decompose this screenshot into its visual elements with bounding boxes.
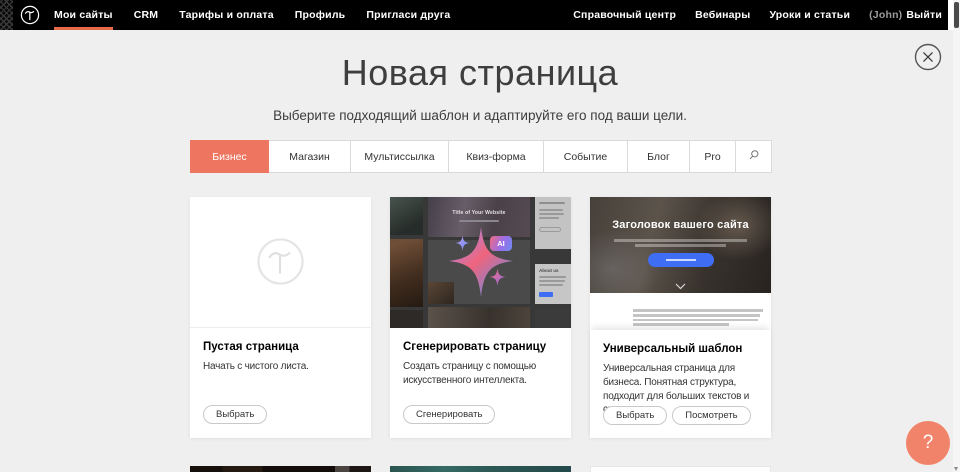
choose-blank-button[interactable]: Выбрать [203, 405, 267, 424]
generate-card-body: Сгенерировать страницу Создать страницу … [390, 328, 571, 437]
user-name: (John) [869, 9, 902, 21]
preview-tile-text-page [535, 197, 571, 249]
blank-page-preview [190, 197, 371, 328]
tab-event[interactable]: Событие [543, 140, 628, 173]
preview-tile [535, 310, 571, 328]
logout-label: Выйти [906, 9, 942, 21]
nav-logout[interactable]: (John) Выйти [869, 0, 942, 30]
card-description: Создать страницу с помощью искусственног… [403, 360, 559, 388]
question-mark-icon: ? [923, 432, 934, 454]
tilda-logo-icon[interactable] [20, 5, 40, 25]
card-title: Пустая страница [203, 341, 359, 353]
nav-invite-friend[interactable]: Пригласи друга [366, 0, 450, 30]
topbar-nav-right: Справочный центр Вебинары Уроки и статьи… [573, 0, 942, 30]
preview-about-label: About us [539, 268, 559, 273]
scrollbar-thumb[interactable] [954, 2, 959, 28]
tab-search[interactable] [735, 140, 772, 173]
preview-tile [390, 197, 423, 235]
preview-tile [390, 310, 423, 328]
card-next-row-2[interactable] [390, 466, 571, 472]
search-icon [748, 149, 760, 164]
ai-badge: AI [490, 236, 512, 251]
card-next-row-3[interactable] [590, 466, 771, 472]
nav-crm[interactable]: CRM [134, 0, 159, 30]
card-generate-page[interactable]: Title of Your Website About us [390, 197, 571, 438]
card-universal-template[interactable]: Заголовок вашего сайта Универсальный шаб… [590, 197, 771, 438]
new-page-modal-screen: Мои сайты CRM Тарифы и оплата Профиль Пр… [0, 0, 960, 472]
preview-tile-title: Title of Your Website [428, 210, 530, 216]
card-blank-page[interactable]: Пустая страница Начать с чистого листа. … [190, 197, 371, 438]
page-subtitle: Выберите подходящий шаблон и адаптируйте… [0, 108, 960, 123]
page-title: Новая страница [0, 52, 960, 94]
template-text-section [590, 293, 771, 330]
tab-shop[interactable]: Магазин [268, 140, 351, 173]
template-hero: Заголовок вашего сайта [590, 197, 771, 293]
preview-tile-about: About us [535, 264, 571, 304]
help-button[interactable]: ? [906, 421, 950, 465]
preview-tile [428, 307, 530, 328]
card-next-row-1[interactable] [190, 466, 371, 472]
generate-button[interactable]: Сгенерировать [403, 405, 495, 424]
scrollbar-down-arrow[interactable] [954, 467, 958, 471]
universal-template-preview: Заголовок вашего сайта [590, 197, 771, 330]
ai-sparkle-small-icon [455, 235, 470, 251]
ai-generate-preview: Title of Your Website About us [390, 197, 571, 328]
nav-my-sites[interactable]: Мои сайты [54, 0, 113, 30]
ai-sparkle-small-icon [489, 268, 506, 286]
tab-blog[interactable]: Блог [627, 140, 690, 173]
preview-universal-button[interactable]: Посмотреть [672, 406, 750, 425]
preview-tile [390, 239, 423, 307]
nav-help-center[interactable]: Справочный центр [573, 0, 676, 30]
template-category-tabs: Бизнес Магазин Мультиссылка Квиз-форма С… [190, 140, 771, 173]
template-hero-button [648, 253, 714, 267]
scrollbar[interactable] [953, 0, 960, 472]
topbar-pattern-strip [0, 0, 13, 30]
nav-profile[interactable]: Профиль [295, 0, 346, 30]
tab-multilink[interactable]: Мультиссылка [350, 140, 449, 173]
card-description: Начать с чистого листа. [203, 360, 359, 374]
topbar: Мои сайты CRM Тарифы и оплата Профиль Пр… [0, 0, 948, 30]
card-title: Универсальный шаблон [603, 343, 759, 355]
blank-page-card-body: Пустая страница Начать с чистого листа. … [190, 328, 371, 437]
chevron-down-icon [675, 277, 686, 284]
tab-business[interactable]: Бизнес [190, 140, 269, 173]
nav-webinars[interactable]: Вебинары [695, 0, 750, 30]
tab-pro[interactable]: Pro [689, 140, 736, 173]
nav-tariffs[interactable]: Тарифы и оплата [179, 0, 274, 30]
topbar-nav-left: Мои сайты CRM Тарифы и оплата Профиль Пр… [54, 0, 450, 30]
choose-universal-button[interactable]: Выбрать [603, 406, 667, 425]
tab-quiz-form[interactable]: Квиз-форма [448, 140, 544, 173]
card-title: Сгенерировать страницу [403, 341, 559, 353]
nav-lessons[interactable]: Уроки и статьи [769, 0, 850, 30]
template-hero-heading: Заголовок вашего сайта [590, 219, 771, 231]
universal-card-body: Универсальный шаблон Универсальная стран… [590, 330, 771, 438]
tilda-watermark-icon [256, 237, 305, 286]
